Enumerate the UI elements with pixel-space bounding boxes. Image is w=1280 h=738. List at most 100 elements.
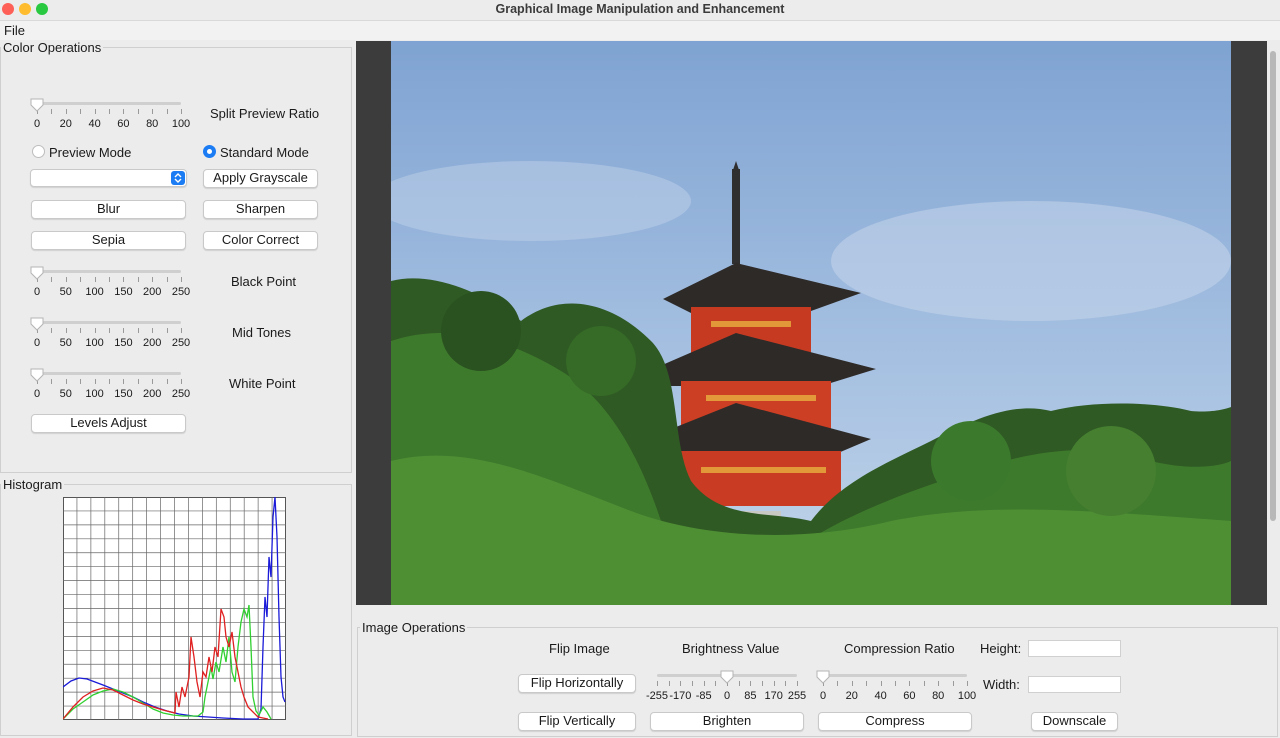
slider-tick [967, 681, 968, 686]
color-correct-button[interactable]: Color Correct [203, 231, 318, 250]
slider-tick-label: 100 [85, 388, 104, 400]
slider-tick-label: 60 [903, 690, 916, 702]
black-point-slider[interactable]: 0 50 100 150 200 250 [30, 266, 191, 300]
slider-tick [152, 109, 154, 114]
black-point-label: Black Point [231, 274, 297, 289]
slider-tick [51, 277, 53, 282]
slider-tick [137, 328, 139, 333]
blur-button[interactable]: Blur [31, 200, 186, 219]
preview-mode-label: Preview Mode [49, 145, 132, 160]
brighten-button[interactable]: Brighten [650, 712, 804, 731]
slider-tick [738, 681, 740, 686]
height-input[interactable] [1028, 640, 1121, 657]
flip-image-label: Flip Image [549, 641, 610, 656]
slider-tick-label: 50 [59, 337, 72, 349]
slider-tick [181, 328, 182, 333]
slider-tick [692, 681, 693, 686]
slider-tick [181, 379, 182, 384]
window-title: Graphical Image Manipulation and Enhance… [495, 2, 785, 16]
slider-tick [51, 109, 53, 114]
slider-tick-label: 85 [744, 690, 757, 702]
sharpen-button[interactable]: Sharpen [203, 200, 318, 219]
mid-tones-slider[interactable]: 0 50 100 150 200 250 [30, 317, 190, 351]
white-point-slider[interactable]: 0 50 100 150 200 250 [30, 368, 191, 402]
slider-tick [152, 277, 154, 282]
slider-tick [80, 277, 82, 282]
preview-mode-radio[interactable] [32, 145, 45, 158]
slider-tick-label: 80 [932, 690, 945, 702]
slider-tick [137, 379, 139, 384]
slider-tick [123, 109, 125, 114]
slider-tick [166, 277, 168, 282]
slider-tick [65, 328, 67, 333]
compress-button[interactable]: Compress [818, 712, 972, 731]
slider-tick-label: -170 [669, 690, 692, 702]
slider-tick [923, 681, 925, 686]
slider-thumb[interactable] [30, 317, 44, 331]
color-operations-title: Color Operations [1, 40, 104, 55]
slider-tick-label: 40 [88, 118, 101, 130]
slider-tick-label: 0 [33, 337, 41, 349]
slider-track[interactable] [37, 321, 181, 324]
slider-tick-label: 0 [819, 690, 827, 702]
slider-thumb[interactable] [720, 670, 734, 684]
slider-tick-label: 40 [874, 690, 887, 702]
slider-tick [94, 328, 96, 333]
slider-tick-label: 50 [59, 388, 72, 400]
slider-tick-label: 100 [957, 690, 977, 702]
vertical-scrollbar[interactable] [1270, 51, 1276, 521]
split-preview-slider[interactable]: 0 20 40 60 80 100 [30, 98, 191, 132]
slider-tick-label: 100 [171, 118, 191, 130]
width-input[interactable] [1028, 676, 1121, 693]
slider-thumb[interactable] [30, 368, 44, 382]
pagoda-photo [391, 41, 1231, 605]
flip-horizontally-button[interactable]: Flip Horizontally [518, 674, 636, 693]
slider-tick-label: 250 [171, 286, 191, 298]
slider-tick-label: 20 [59, 118, 72, 130]
slider-tick [797, 681, 798, 686]
flip-vertically-button[interactable]: Flip Vertically [518, 712, 636, 731]
slider-tick-label: 0 [33, 286, 41, 298]
slider-tick-label: 0 [723, 690, 731, 702]
slider-tick-label: 60 [117, 118, 130, 130]
apply-grayscale-button[interactable]: Apply Grayscale [203, 169, 318, 188]
brightness-slider[interactable]: -255 -170 -85 0 85 170 255 [646, 670, 807, 704]
slider-tick [938, 681, 940, 686]
slider-tick-label: 100 [85, 286, 104, 298]
slider-tick [123, 379, 125, 384]
slider-track[interactable] [37, 270, 181, 273]
slider-tick-label: 50 [59, 286, 72, 298]
slider-tick [773, 681, 775, 686]
slider-tick [65, 379, 67, 384]
slider-track[interactable] [37, 372, 181, 375]
standard-mode-radio[interactable] [203, 145, 216, 158]
slider-tick-label: 170 [764, 690, 783, 702]
mid-tones-label: Mid Tones [232, 325, 292, 340]
slider-tick-label: 200 [143, 337, 162, 349]
slider-tick-label: 100 [85, 337, 104, 349]
slider-tick-label: 20 [845, 690, 858, 702]
slider-tick [123, 328, 125, 333]
slider-tick [109, 328, 110, 333]
levels-adjust-button[interactable]: Levels Adjust [31, 414, 186, 433]
slider-tick-label: 255 [787, 690, 807, 702]
slider-tick [51, 379, 53, 384]
radio-dot [207, 149, 212, 154]
downscale-button[interactable]: Downscale [1031, 712, 1118, 731]
slider-thumb[interactable] [816, 670, 830, 684]
slider-tick [750, 681, 752, 686]
sepia-button[interactable]: Sepia [31, 231, 186, 250]
slider-track[interactable] [823, 674, 967, 677]
image-canvas[interactable] [356, 41, 1276, 605]
standard-mode-label: Standard Mode [220, 145, 309, 160]
slider-tick [851, 681, 853, 686]
slider-thumb[interactable] [30, 266, 44, 280]
slider-tick-label: 250 [171, 388, 191, 400]
slider-tick [762, 681, 763, 686]
slider-tick [952, 681, 954, 686]
filter-combo-box[interactable] [30, 169, 187, 187]
menu-file[interactable]: File [4, 23, 25, 38]
slider-track[interactable] [37, 102, 181, 105]
compression-slider[interactable]: 0 20 40 60 80 100 [816, 670, 977, 704]
slider-thumb[interactable] [30, 98, 44, 112]
